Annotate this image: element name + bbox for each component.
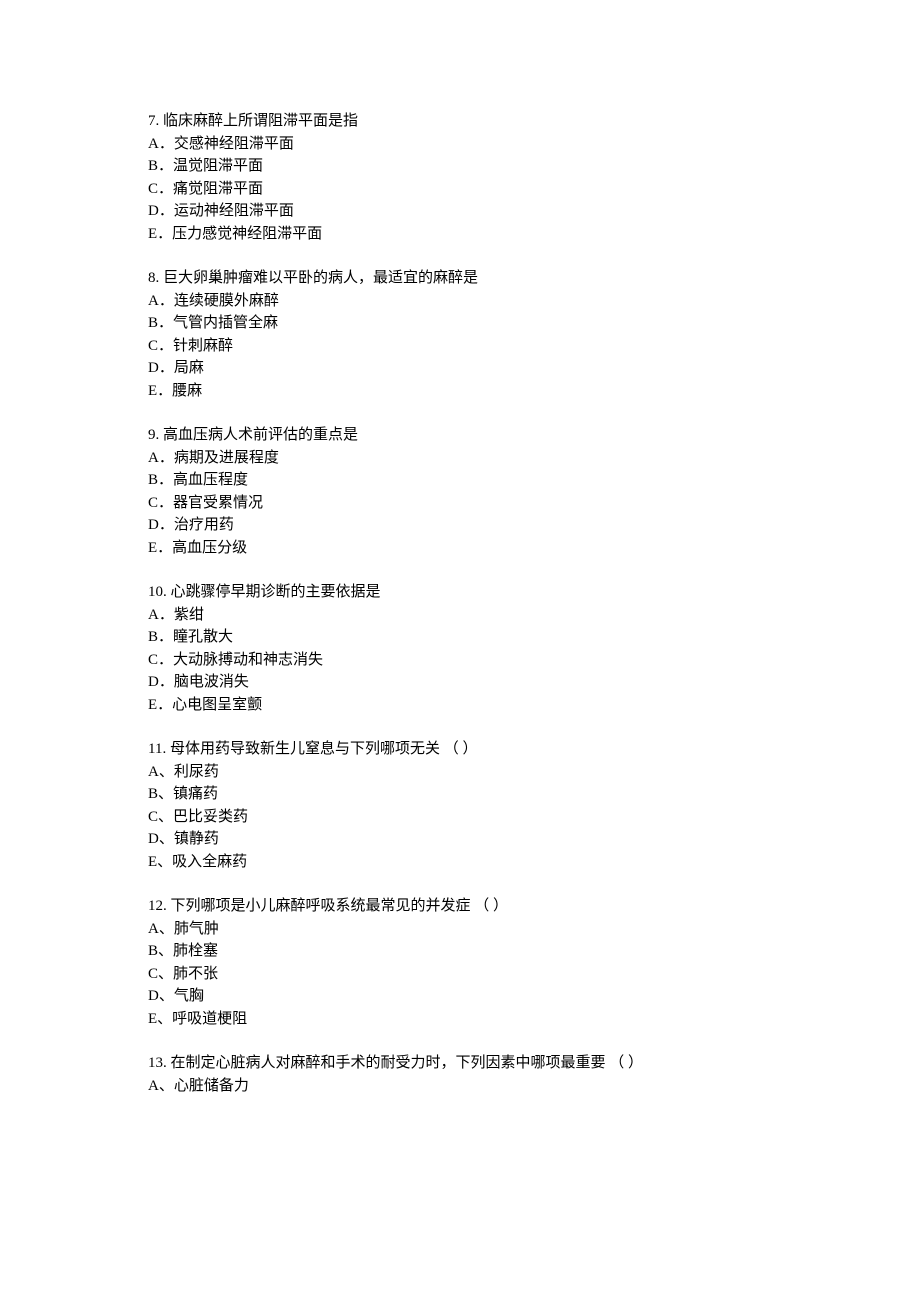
question-text: 心跳骤停早期诊断的主要依据是 [171,584,381,600]
question-9: 9. 高血压病人术前评估的重点是 A．病期及进展程度 B．高血压程度 C．器官受… [148,424,772,559]
question-number: 8. [148,270,159,286]
question-text: 母体用药导致新生儿窒息与下列哪项无关 （ ） [170,741,478,757]
question-11: 11. 母体用药导致新生儿窒息与下列哪项无关 （ ） A、利尿药 B、镇痛药 C… [148,738,772,873]
question-option: A．交感神经阻滞平面 [148,133,772,156]
question-stem: 7. 临床麻醉上所谓阻滞平面是指 [148,110,772,133]
question-option: D．运动神经阻滞平面 [148,200,772,223]
question-7: 7. 临床麻醉上所谓阻滞平面是指 A．交感神经阻滞平面 B．温觉阻滞平面 C．痛… [148,110,772,245]
question-text: 巨大卵巢肿瘤难以平卧的病人，最适宜的麻醉是 [163,270,478,286]
question-12: 12. 下列哪项是小儿麻醉呼吸系统最常见的并发症 （ ） A、肺气肿 B、肺栓塞… [148,895,772,1030]
question-text: 在制定心脏病人对麻醉和手术的耐受力时，下列因素中哪项最重要 （ ） [171,1055,644,1071]
question-stem: 12. 下列哪项是小儿麻醉呼吸系统最常见的并发症 （ ） [148,895,772,918]
question-number: 13. [148,1055,167,1071]
question-option: A、心脏储备力 [148,1075,772,1098]
question-option: B．高血压程度 [148,469,772,492]
question-option: A．紫绀 [148,604,772,627]
question-option: E．高血压分级 [148,537,772,560]
question-option: C、肺不张 [148,963,772,986]
question-option: C．大动脉搏动和神志消失 [148,649,772,672]
question-option: C、巴比妥类药 [148,806,772,829]
question-10: 10. 心跳骤停早期诊断的主要依据是 A．紫绀 B．瞳孔散大 C．大动脉搏动和神… [148,581,772,716]
document-page: 7. 临床麻醉上所谓阻滞平面是指 A．交感神经阻滞平面 B．温觉阻滞平面 C．痛… [0,0,920,1302]
question-number: 11. [148,741,166,757]
question-13: 13. 在制定心脏病人对麻醉和手术的耐受力时，下列因素中哪项最重要 （ ） A、… [148,1052,772,1097]
question-option: B．气管内插管全麻 [148,312,772,335]
question-number: 12. [148,898,167,914]
question-stem: 10. 心跳骤停早期诊断的主要依据是 [148,581,772,604]
question-option: E．心电图呈室颤 [148,694,772,717]
question-option: A、利尿药 [148,761,772,784]
question-option: D．局麻 [148,357,772,380]
question-text: 下列哪项是小儿麻醉呼吸系统最常见的并发症 （ ） [171,898,509,914]
question-text: 高血压病人术前评估的重点是 [163,427,358,443]
question-8: 8. 巨大卵巢肿瘤难以平卧的病人，最适宜的麻醉是 A．连续硬膜外麻醉 B．气管内… [148,267,772,402]
question-option: A．连续硬膜外麻醉 [148,290,772,313]
question-option: E、吸入全麻药 [148,851,772,874]
question-stem: 8. 巨大卵巢肿瘤难以平卧的病人，最适宜的麻醉是 [148,267,772,290]
question-option: D、镇静药 [148,828,772,851]
question-option: C．痛觉阻滞平面 [148,178,772,201]
question-text: 临床麻醉上所谓阻滞平面是指 [163,113,358,129]
question-option: D．治疗用药 [148,514,772,537]
question-option: D、气胸 [148,985,772,1008]
question-option: E、呼吸道梗阻 [148,1008,772,1031]
question-option: A．病期及进展程度 [148,447,772,470]
question-option: B．瞳孔散大 [148,626,772,649]
question-option: A、肺气肿 [148,918,772,941]
question-option: B、肺栓塞 [148,940,772,963]
question-option: C．针刺麻醉 [148,335,772,358]
question-option: E．压力感觉神经阻滞平面 [148,223,772,246]
question-option: E．腰麻 [148,380,772,403]
question-option: B．温觉阻滞平面 [148,155,772,178]
question-number: 10. [148,584,167,600]
question-stem: 9. 高血压病人术前评估的重点是 [148,424,772,447]
question-number: 9. [148,427,159,443]
question-option: C．器官受累情况 [148,492,772,515]
question-stem: 11. 母体用药导致新生儿窒息与下列哪项无关 （ ） [148,738,772,761]
question-option: B、镇痛药 [148,783,772,806]
question-stem: 13. 在制定心脏病人对麻醉和手术的耐受力时，下列因素中哪项最重要 （ ） [148,1052,772,1075]
question-option: D．脑电波消失 [148,671,772,694]
question-number: 7. [148,113,159,129]
